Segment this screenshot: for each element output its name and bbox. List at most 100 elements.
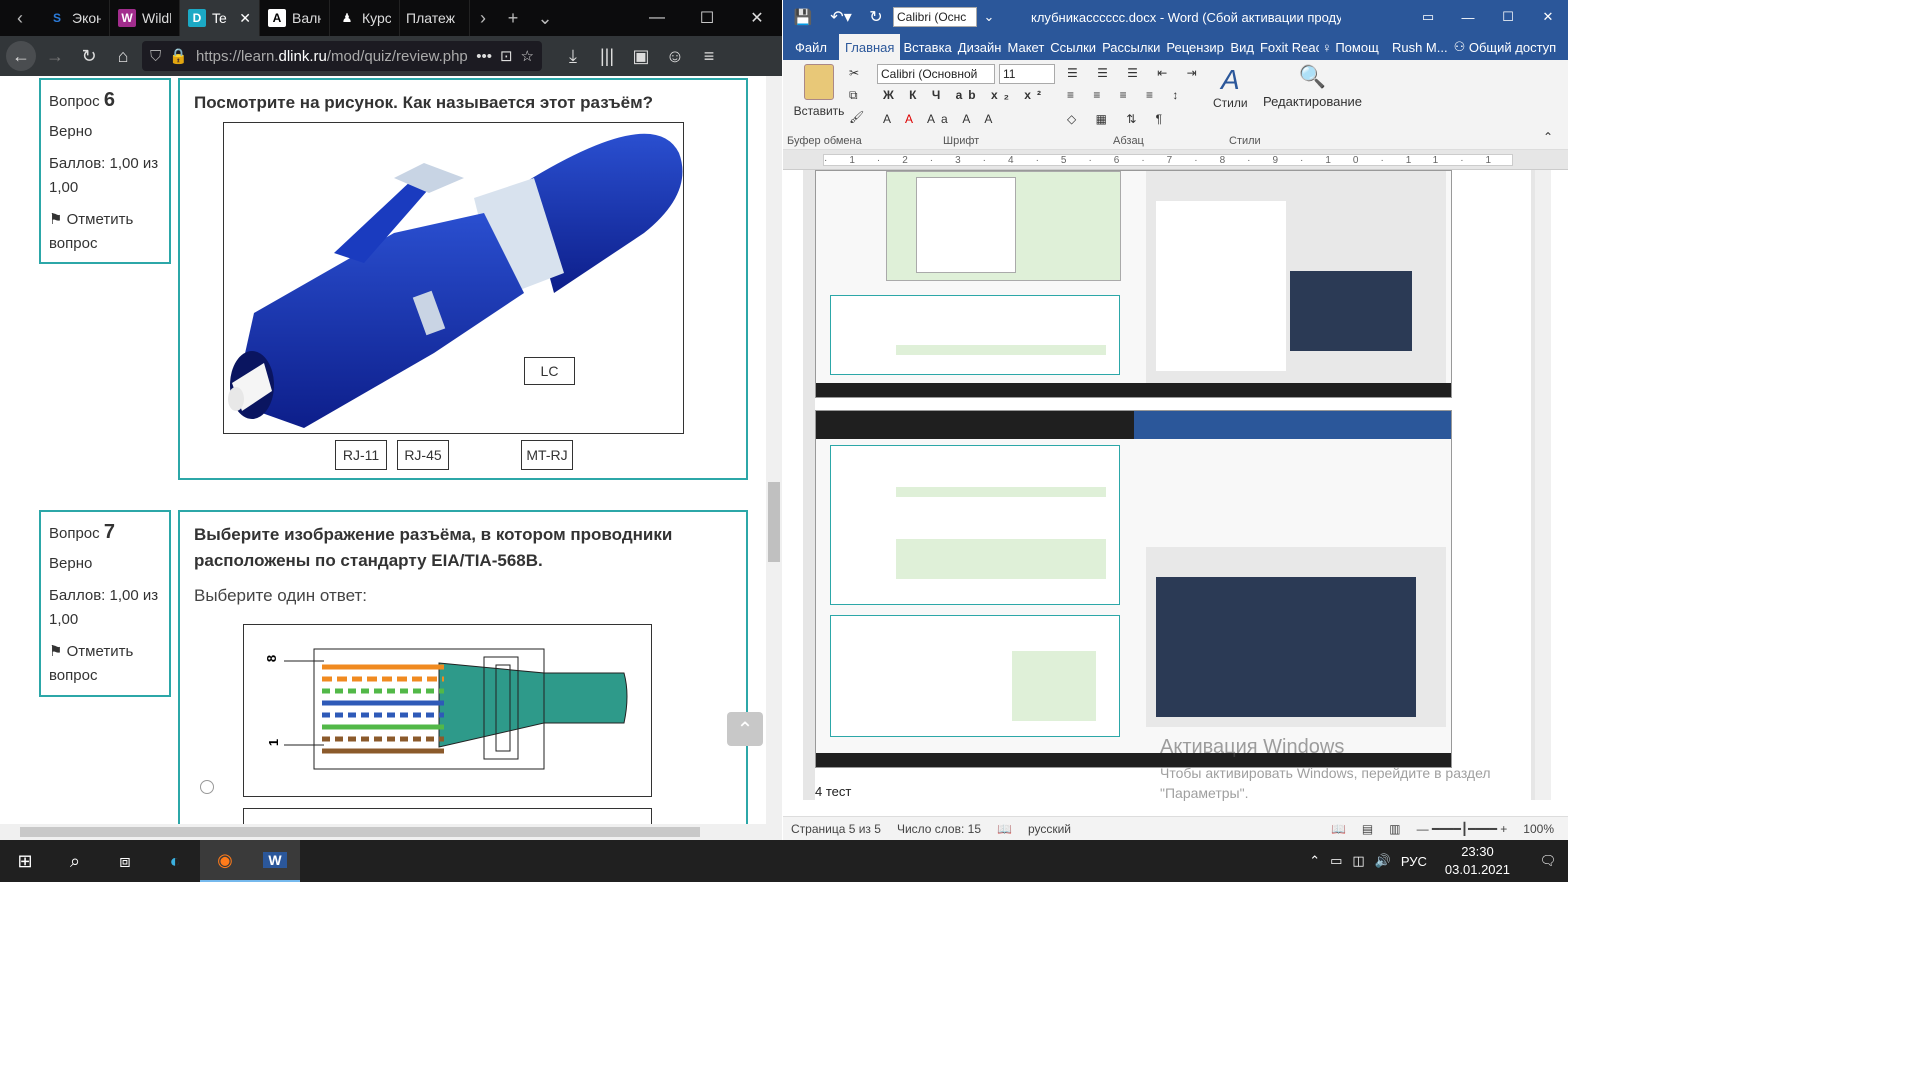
- cut-icon[interactable]: ✂: [849, 66, 859, 80]
- show-hidden-icons[interactable]: ⌃: [1309, 853, 1320, 869]
- battery-icon[interactable]: ▭: [1330, 853, 1342, 869]
- back-icon[interactable]: ←: [6, 41, 36, 71]
- word-window: 💾 ↶▾ ↻ Calibri (Оснс ⌄ клубникасссссс.do…: [783, 0, 1568, 840]
- firefox-taskbar-icon[interactable]: ◉: [200, 840, 250, 882]
- tab-insert[interactable]: Вставка: [900, 34, 954, 60]
- page-count[interactable]: Страница 5 из 5: [791, 822, 881, 836]
- tab-scroll-right[interactable]: ›: [470, 0, 496, 36]
- redo-icon[interactable]: ↻: [859, 7, 893, 27]
- paste-button[interactable]: Вставить: [793, 64, 845, 118]
- forward-icon[interactable]: →: [40, 41, 70, 71]
- tab-design[interactable]: Дизайн: [955, 34, 1005, 60]
- tab-5[interactable]: ♟ Курс: [330, 0, 400, 36]
- font-name-select[interactable]: Calibri (Основной: [877, 64, 995, 84]
- tab-scroll-left[interactable]: ‹: [0, 0, 40, 36]
- tab-review[interactable]: Рецензир: [1163, 34, 1227, 60]
- option-rj11[interactable]: RJ-11: [335, 440, 387, 470]
- tab-strip: ‹ SЭконо WWildb DTe✕ AВалют ♟Курс Платеж…: [0, 0, 782, 36]
- shield-icon[interactable]: ⛉: [150, 48, 161, 65]
- reload-icon[interactable]: ↻: [74, 41, 104, 71]
- copy-icon[interactable]: ⧉: [849, 88, 858, 103]
- tab-view[interactable]: Вид: [1227, 34, 1257, 60]
- maximize-icon[interactable]: ☐: [682, 0, 732, 36]
- close-window-icon[interactable]: ✕: [732, 0, 782, 36]
- bookmark-star-icon[interactable]: ☆: [521, 47, 534, 65]
- network-icon[interactable]: ◫: [1352, 853, 1364, 869]
- tab-help[interactable]: ♀ Помощ: [1319, 34, 1389, 60]
- notifications-icon[interactable]: 🗨: [1528, 853, 1568, 869]
- edge-icon[interactable]: ◐: [150, 840, 200, 882]
- start-windows-icon[interactable]: ⊞: [0, 840, 50, 882]
- web-layout-icon[interactable]: ▥: [1389, 822, 1400, 836]
- option-mtrj[interactable]: MT-RJ: [521, 440, 573, 470]
- editing-button[interactable]: 🔍 Редактирование: [1263, 64, 1362, 109]
- answer-drop-lc[interactable]: LC: [524, 357, 575, 385]
- horizontal-ruler[interactable]: ·1·2·3·4·5·6·7·8·9·10·11·12·13·14·15·16·…: [783, 150, 1568, 170]
- language[interactable]: русский: [1028, 822, 1071, 836]
- font-size-select[interactable]: 11: [999, 64, 1055, 84]
- document-page[interactable]: 4 тест: [815, 170, 1531, 800]
- tab-4[interactable]: AВалют: [260, 0, 330, 36]
- page-actions-icon[interactable]: •••: [476, 48, 492, 65]
- minimize-icon[interactable]: —: [1448, 10, 1488, 25]
- tab-3-active[interactable]: D Te ✕: [180, 0, 260, 36]
- tab-layout[interactable]: Макет: [1004, 34, 1047, 60]
- share-button[interactable]: ⚇ Общий доступ: [1451, 34, 1560, 60]
- tab-favicon: S: [52, 11, 61, 25]
- horizontal-scrollbar[interactable]: [0, 824, 782, 840]
- word-count[interactable]: Число слов: 15: [897, 822, 981, 836]
- tab-references[interactable]: Ссылки: [1047, 34, 1099, 60]
- new-tab-icon[interactable]: +: [496, 0, 530, 36]
- menu-icon[interactable]: ≡: [694, 41, 724, 71]
- search-icon[interactable]: ⌕: [50, 840, 100, 882]
- list-tabs-icon[interactable]: ⌄: [530, 0, 560, 36]
- read-mode-icon[interactable]: 📖: [1331, 822, 1346, 836]
- ribbon-options-icon[interactable]: ▭: [1408, 9, 1448, 25]
- collapse-ribbon-icon[interactable]: ⌃: [1543, 130, 1553, 144]
- quick-font-select[interactable]: Calibri (Оснс: [893, 7, 977, 27]
- flag-question[interactable]: ⚑ Отметить вопрос: [49, 208, 161, 256]
- tab-2[interactable]: WWildb: [110, 0, 180, 36]
- print-layout-icon[interactable]: ▤: [1362, 822, 1373, 836]
- tab-file[interactable]: Файл: [783, 34, 839, 60]
- sidebar-icon[interactable]: ▣: [626, 41, 656, 71]
- scroll-thumb[interactable]: [20, 827, 700, 837]
- scroll-thumb[interactable]: [768, 482, 780, 562]
- proofing-icon[interactable]: 📖: [997, 822, 1012, 836]
- minimize-icon[interactable]: —: [632, 0, 682, 36]
- tab-rush[interactable]: Rush M...: [1389, 34, 1451, 60]
- url-bar[interactable]: ⛉ 🔒 https://learn.dlink.ru/mod/quiz/revi…: [142, 41, 542, 71]
- word-taskbar-icon[interactable]: W: [250, 840, 300, 882]
- pocket-icon[interactable]: ⊡: [500, 47, 513, 65]
- download-icon[interactable]: ⤓: [558, 41, 588, 71]
- input-language[interactable]: РУС: [1401, 854, 1427, 869]
- vertical-scrollbar[interactable]: [766, 76, 782, 824]
- library-icon[interactable]: |||: [592, 41, 622, 71]
- maximize-icon[interactable]: ☐: [1488, 9, 1528, 25]
- tab-foxit[interactable]: Foxit Reac: [1257, 34, 1319, 60]
- home-icon[interactable]: ⌂: [108, 41, 138, 71]
- close-tab-icon[interactable]: ✕: [239, 10, 251, 27]
- task-view-icon[interactable]: ⧈: [100, 840, 150, 882]
- zoom-level[interactable]: 100%: [1523, 822, 1554, 836]
- customize-qat-icon[interactable]: ⌄: [977, 9, 1001, 25]
- lock-icon[interactable]: 🔒: [169, 47, 188, 65]
- tab-6[interactable]: Платеж: [400, 0, 470, 36]
- option-rj45[interactable]: RJ-45: [397, 440, 449, 470]
- undo-icon[interactable]: ↶▾: [823, 7, 859, 27]
- account-icon[interactable]: ☺: [660, 41, 690, 71]
- flag-question[interactable]: ⚑ Отметить вопрос: [49, 640, 161, 688]
- answer-radio-1[interactable]: [200, 780, 214, 794]
- clock[interactable]: 23:30 03.01.2021: [1437, 843, 1518, 879]
- tab-home[interactable]: Главная: [838, 34, 901, 60]
- tab-1[interactable]: SЭконо: [40, 0, 110, 36]
- volume-icon[interactable]: 🔊: [1375, 853, 1391, 869]
- save-icon[interactable]: 💾: [783, 8, 823, 26]
- close-icon[interactable]: ✕: [1528, 9, 1568, 25]
- tab-mailings[interactable]: Рассылки: [1099, 34, 1163, 60]
- doc-scrollbar[interactable]: [1535, 170, 1551, 800]
- format-painter-icon[interactable]: 🖌: [849, 110, 864, 124]
- scroll-to-top-button[interactable]: ⌃: [727, 712, 763, 746]
- styles-button[interactable]: A Стили: [1213, 64, 1248, 110]
- zoom-slider[interactable]: — ━━━━┃━━━━ +: [1417, 822, 1508, 836]
